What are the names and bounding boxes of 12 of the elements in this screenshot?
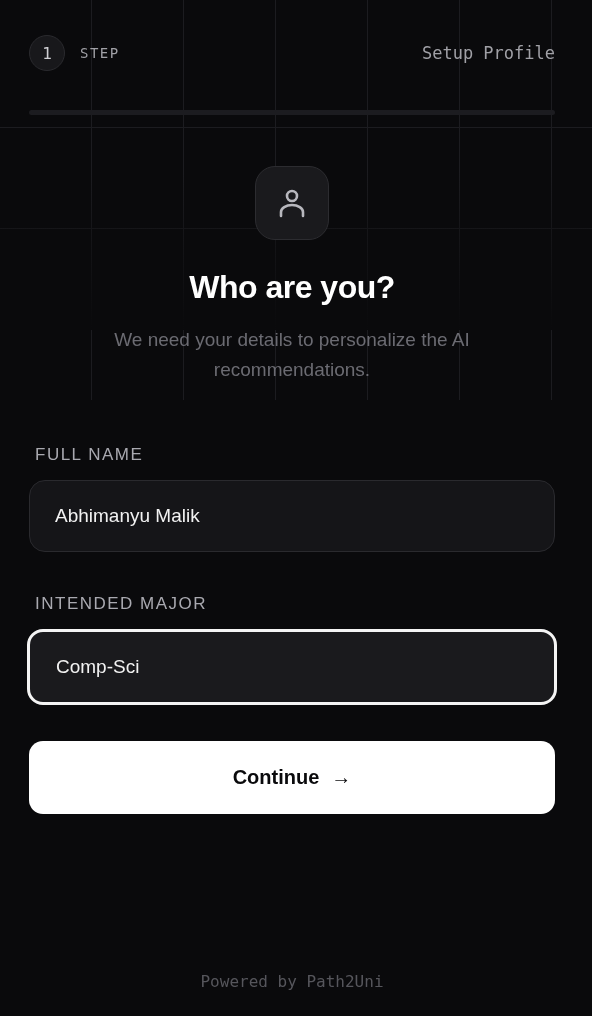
user-icon — [279, 188, 305, 218]
step-number: 1 — [29, 35, 65, 71]
input-field[interactable]: Comp-Sci — [27, 629, 557, 705]
footer-text: Powered by Path2Uni — [200, 972, 384, 991]
continue-button[interactable]: Continue → — [29, 741, 555, 814]
page-title: Who are you? — [188, 269, 396, 306]
subtitle: We need your details to personalize the AI recommendations. — [113, 328, 471, 382]
field-label: INTENDED MAJOR — [34, 594, 209, 614]
step-label: STEP — [80, 45, 120, 61]
field-label: FULL NAME — [34, 445, 145, 465]
section-title: Setup Profile — [421, 43, 555, 63]
input-field[interactable]: Abhimanyu Malik — [29, 480, 555, 552]
